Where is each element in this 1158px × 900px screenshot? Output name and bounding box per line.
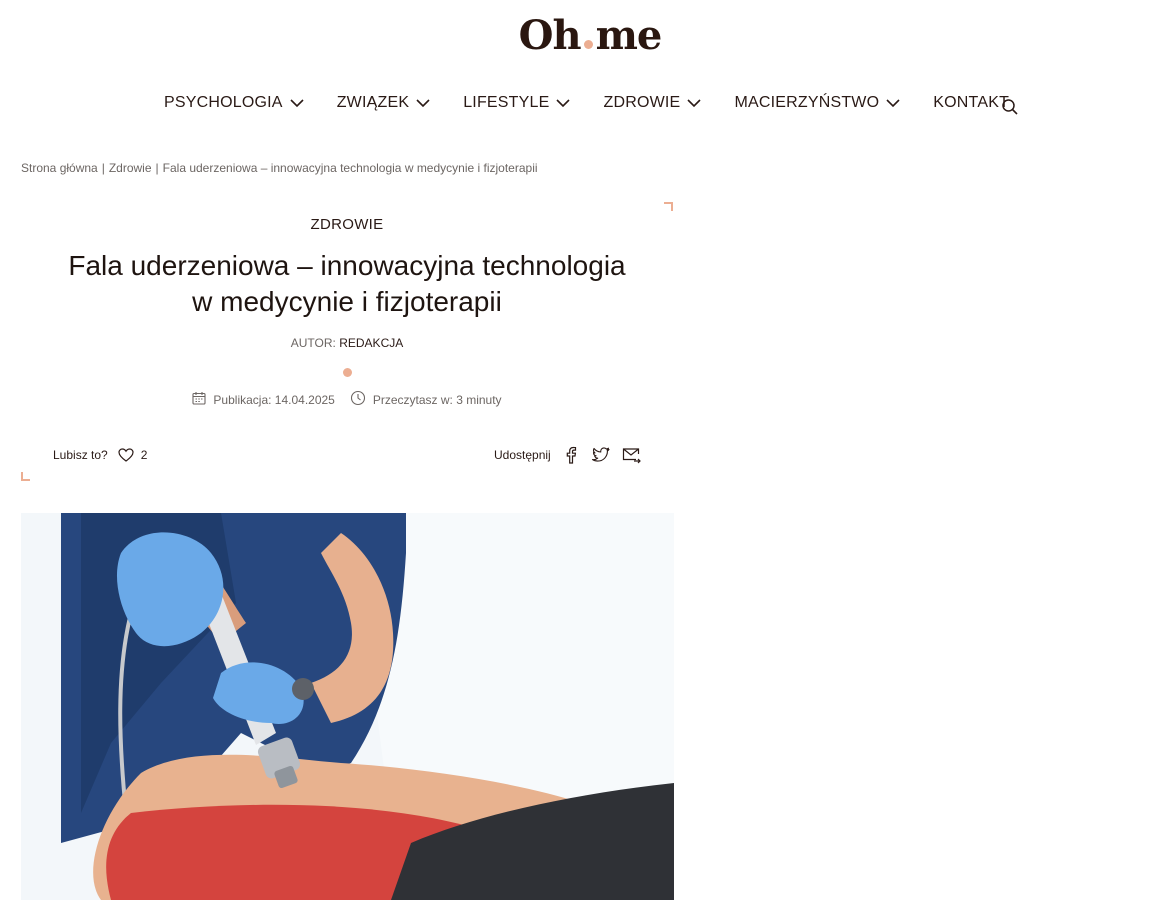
logo-part-me: me bbox=[595, 12, 663, 59]
breadcrumb-separator: | bbox=[155, 161, 159, 175]
article-title-line-1: Fala uderzeniowa – innowacyjna technolog… bbox=[68, 250, 626, 281]
search-icon[interactable] bbox=[1001, 98, 1019, 116]
email-share-icon[interactable] bbox=[621, 445, 641, 465]
share-label: Udostępnij bbox=[494, 448, 551, 462]
logo-part-oh: Oh bbox=[518, 12, 582, 59]
calendar-icon bbox=[192, 391, 206, 408]
nav-item-kontakt[interactable]: KONTAKT bbox=[933, 94, 1009, 112]
nav-item-zwiazek[interactable]: ZWIĄZEK bbox=[337, 94, 432, 112]
article-author: AUTOR: REDAKCJA bbox=[21, 336, 673, 350]
author-name[interactable]: REDAKCJA bbox=[339, 336, 403, 350]
article-hero-image bbox=[21, 513, 674, 900]
article-title-line-2: w medycynie i fizjoterapii bbox=[192, 286, 502, 317]
publish-date-text: Publikacja: 14.04.2025 bbox=[213, 392, 335, 407]
article-category[interactable]: ZDROWIE bbox=[21, 216, 673, 233]
chevron-down-icon bbox=[289, 95, 305, 111]
chevron-down-icon bbox=[885, 95, 901, 111]
facebook-icon[interactable] bbox=[561, 445, 581, 465]
main-nav: PSYCHOLOGIA ZWIĄZEK LIFESTYLE ZDROWIE MA… bbox=[164, 94, 1009, 112]
nav-item-label: MACIERZYŃSTWO bbox=[734, 94, 880, 111]
clock-icon bbox=[350, 390, 366, 409]
nav-item-label: LIFESTYLE bbox=[463, 94, 550, 111]
nav-item-zdrowie[interactable]: ZDROWIE bbox=[603, 94, 702, 112]
author-label: AUTOR: bbox=[290, 336, 336, 350]
likes-count: 2 bbox=[140, 448, 148, 462]
nav-item-macierzynstwo[interactable]: MACIERZYŃSTWO bbox=[734, 94, 901, 112]
hero-illustration bbox=[21, 513, 674, 900]
nav-item-label: KONTAKT bbox=[933, 94, 1010, 111]
breadcrumb: Strona główna | Zdrowie | Fala uderzenio… bbox=[21, 161, 538, 175]
chevron-down-icon bbox=[415, 95, 431, 111]
chevron-down-icon bbox=[686, 95, 702, 111]
logo-text: Oh me bbox=[518, 12, 663, 59]
corner-decoration-top-right bbox=[664, 202, 673, 211]
breadcrumb-current: Fala uderzeniowa – innowacyjna technolog… bbox=[162, 161, 538, 175]
breadcrumb-home[interactable]: Strona główna bbox=[21, 161, 98, 175]
article-meta: Publikacja: 14.04.2025 Przeczytasz w: 3 … bbox=[21, 390, 673, 409]
likes-section: Lubisz to? 2 bbox=[53, 447, 147, 463]
nav-item-label: PSYCHOLOGIA bbox=[164, 94, 283, 111]
logo-dot bbox=[583, 40, 593, 49]
heart-icon[interactable] bbox=[118, 447, 134, 463]
chevron-down-icon bbox=[555, 95, 571, 111]
accent-dot bbox=[343, 368, 352, 377]
corner-decoration-bottom-left bbox=[21, 472, 30, 481]
nav-item-lifestyle[interactable]: LIFESTYLE bbox=[463, 94, 571, 112]
breadcrumb-separator: | bbox=[101, 161, 105, 175]
read-time-text: Przeczytasz w: 3 minuty bbox=[372, 392, 502, 407]
site-logo[interactable]: Oh me bbox=[0, 12, 1158, 59]
read-time: Przeczytasz w: 3 minuty bbox=[350, 390, 502, 409]
twitter-icon[interactable] bbox=[591, 445, 611, 465]
nav-item-psychologia[interactable]: PSYCHOLOGIA bbox=[164, 94, 305, 112]
publish-date: Publikacja: 14.04.2025 bbox=[192, 391, 335, 408]
share-section: Udostępnij bbox=[494, 445, 641, 465]
likes-label: Lubisz to? bbox=[53, 448, 108, 462]
article-title: Fala uderzeniowa – innowacyjna technolog… bbox=[21, 248, 673, 320]
nav-item-label: ZWIĄZEK bbox=[336, 94, 410, 111]
nav-item-label: ZDROWIE bbox=[603, 94, 681, 111]
breadcrumb-category[interactable]: Zdrowie bbox=[109, 161, 152, 175]
